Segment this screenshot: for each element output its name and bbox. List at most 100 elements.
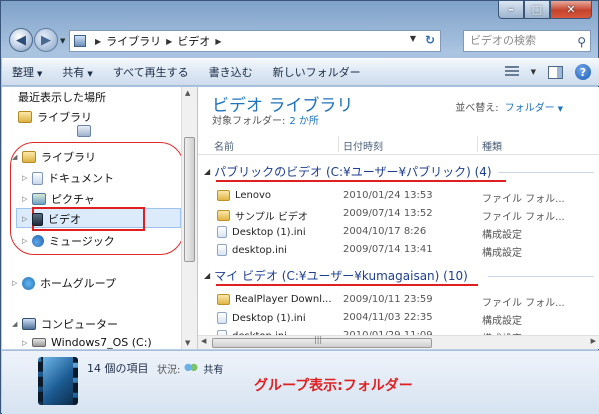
forward-arrow-icon: ▶ <box>41 32 51 48</box>
ini-file-icon <box>217 244 227 256</box>
collapse-arrow-icon[interactable]: ▷ <box>22 195 32 203</box>
nav-recent-places[interactable]: 最近表示した場所 <box>18 89 106 137</box>
scrollbar-thumb[interactable] <box>184 137 195 262</box>
share-label: 共有 <box>62 66 85 79</box>
expand-arrow-icon[interactable]: ◢ <box>12 153 22 161</box>
file-date: 2009/07/14 13:41 <box>343 244 433 255</box>
column-header-date[interactable]: 日付時刻 <box>343 138 383 153</box>
column-divider[interactable] <box>338 136 339 152</box>
folder-icon <box>217 190 230 201</box>
table-row[interactable]: desktop.ini 2009/07/14 13:41 構成設定 <box>198 242 599 259</box>
table-row[interactable]: RealPlayer Downl... 2009/10/11 23:59 ファイ… <box>198 292 599 309</box>
file-date: 2004/11/03 22:35 <box>343 312 433 323</box>
file-name: RealPlayer Downl... <box>217 294 332 305</box>
change-view-icon[interactable] <box>504 66 519 78</box>
share-button[interactable]: 共有 ▼ <box>62 64 92 80</box>
collapse-arrow-icon[interactable]: ▷ <box>22 215 32 223</box>
scroll-up-icon[interactable]: ▲ <box>185 89 190 97</box>
back-button[interactable]: ◀ <box>9 28 33 52</box>
forward-button[interactable]: ▶ <box>34 28 58 52</box>
new-folder-button[interactable]: 新しいフォルダー <box>273 64 361 80</box>
nav-music[interactable]: ▷ ミュージック <box>22 233 115 249</box>
chevron-down-icon[interactable]: ▼ <box>558 105 563 113</box>
breadcrumb-libraries[interactable]: ライブラリ <box>106 33 161 49</box>
group-header[interactable]: ◢ パブリックのビデオ (C:¥ユーザー¥パブリック) (4) <box>204 163 492 180</box>
scroll-left-icon[interactable]: ◀ <box>201 337 206 345</box>
column-header-type[interactable]: 種類 <box>482 138 502 153</box>
nav-label: 最近表示した場所 <box>18 91 106 104</box>
target-locations-link[interactable]: 2 か所 <box>289 116 319 127</box>
organize-button[interactable]: 整理 ▼ <box>12 64 42 80</box>
file-name-text: desktop.ini <box>232 244 287 256</box>
column-header-name[interactable]: 名前 <box>214 138 234 153</box>
play-all-button[interactable]: すべて再生する <box>113 64 189 80</box>
content-pane: ビデオ ライブラリ 対象フォルダー: 2 か所 並べ替え: フォルダー ▼ 名前 日付… <box>198 87 599 349</box>
column-header-row: 名前 日付時刻 種類 <box>198 133 599 155</box>
shared-users-icon <box>184 363 199 374</box>
recent-pages-dropdown[interactable]: ▼ <box>60 37 65 45</box>
nav-drive-c[interactable]: ▷ Windows7_OS (C:) <box>22 336 152 349</box>
address-bar[interactable]: ▶ ライブラリ ▶ ビデオ ▶ ▼ ↻ <box>69 30 441 52</box>
window-controls: – □ ✕ <box>498 1 592 19</box>
chevron-down-icon[interactable]: ▼ <box>531 68 536 76</box>
search-icon[interactable]: ⚲ <box>577 32 586 52</box>
nav-label: ピクチャ <box>51 193 95 206</box>
preview-pane-icon[interactable] <box>548 65 563 79</box>
command-bar: 整理 ▼ 共有 ▼ すべて再生する 書き込む 新しいフォルダー ▼ ? <box>2 58 599 86</box>
content-horizontal-scrollbar[interactable]: ◀ ||| ▶ <box>198 335 599 349</box>
address-history-dropdown-icon[interactable]: ▼ <box>410 34 416 43</box>
nav-scrollbar[interactable]: ▲ ▼ <box>181 87 197 349</box>
nav-pictures[interactable]: ▷ ピクチャ <box>22 191 95 207</box>
breadcrumb-separator-icon[interactable]: ▶ <box>215 37 221 46</box>
table-row[interactable]: Desktop (1).ini 2004/10/17 8:26 構成設定 <box>198 224 599 241</box>
collapse-arrow-icon[interactable]: ▷ <box>12 279 22 287</box>
breadcrumb-separator-icon[interactable]: ▶ <box>95 37 101 46</box>
nav-homegroup[interactable]: ▷ ホームグループ <box>12 275 116 291</box>
breadcrumb-videos[interactable]: ビデオ <box>177 33 210 49</box>
back-arrow-icon: ◀ <box>16 32 26 48</box>
group-collapse-icon[interactable]: ◢ <box>204 271 210 280</box>
close-button[interactable]: ✕ <box>550 1 592 19</box>
nav-documents[interactable]: ▷ ドキュメント <box>22 170 114 186</box>
nav-label: コンピューター <box>41 318 118 331</box>
group-title: マイ ビデオ (C:¥ユーザー¥kumagaisan) (10) <box>214 269 468 283</box>
group-title: パブリックのビデオ (C:¥ユーザー¥パブリック) (4) <box>214 165 492 179</box>
status-label: 状況: <box>157 365 181 376</box>
nav-label: ライブラリ <box>41 151 96 164</box>
file-name: desktop.ini <box>217 244 287 256</box>
collapse-arrow-icon[interactable]: ▷ <box>22 237 32 245</box>
help-icon[interactable]: ? <box>575 64 591 80</box>
file-name-text: Lenovo <box>235 190 272 201</box>
minimize-button[interactable]: – <box>498 1 524 19</box>
expand-arrow-icon[interactable]: ◢ <box>12 320 22 328</box>
search-input[interactable]: ビデオの検索 ⚲ <box>463 30 591 52</box>
annotation-underline <box>216 284 478 286</box>
table-row[interactable]: Desktop (1).ini 2004/11/03 22:35 構成設定 <box>198 310 599 327</box>
breadcrumb-separator-icon[interactable]: ▶ <box>166 37 172 46</box>
group-collapse-icon[interactable]: ◢ <box>204 167 210 176</box>
file-type: 構成設定 <box>482 248 522 259</box>
nav-videos[interactable]: ▷ ビデオ <box>22 211 81 227</box>
file-name: Desktop (1).ini <box>217 226 306 238</box>
arrange-by-dropdown[interactable]: フォルダー <box>505 103 555 114</box>
collapse-arrow-icon[interactable]: ▷ <box>22 339 32 347</box>
organize-label: 整理 <box>12 66 34 79</box>
column-divider[interactable] <box>477 136 478 152</box>
group-header[interactable]: ◢ マイ ビデオ (C:¥ユーザー¥kumagaisan) (10) <box>204 267 468 284</box>
table-row[interactable]: Lenovo 2010/01/24 13:53 ファイル フォル... <box>198 188 599 205</box>
music-icon <box>32 235 44 247</box>
nav-label: ビデオ <box>48 213 81 226</box>
refresh-icon[interactable]: ↻ <box>425 33 435 47</box>
nav-libraries[interactable]: ◢ ライブラリ <box>12 149 96 165</box>
file-name: Desktop (1).ini <box>217 312 306 324</box>
burn-button[interactable]: 書き込む <box>209 64 253 80</box>
nav-computer[interactable]: ◢ コンピューター <box>12 316 118 332</box>
scroll-right-icon[interactable]: ▶ <box>591 337 596 345</box>
table-row[interactable]: サンプル ビデオ 2009/07/14 13:52 ファイル フォル... <box>198 206 599 223</box>
scroll-down-icon[interactable]: ▼ <box>185 339 190 347</box>
scrollbar-grip-icon: ||| <box>314 335 323 344</box>
maximize-button[interactable]: □ <box>524 1 550 19</box>
collapse-arrow-icon[interactable]: ▷ <box>22 174 32 182</box>
file-date: 2004/10/17 8:26 <box>343 226 427 237</box>
nav-libraries-favorite[interactable]: ライブラリ <box>18 109 92 125</box>
